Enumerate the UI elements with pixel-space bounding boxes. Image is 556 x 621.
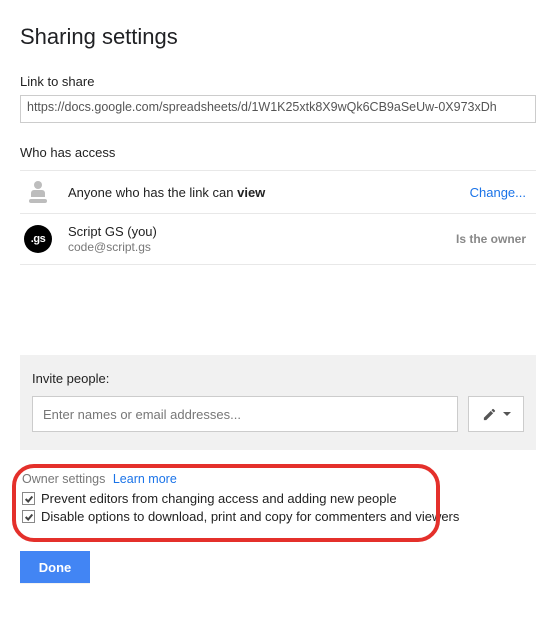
done-button[interactable]: Done xyxy=(20,551,90,583)
owner-option-label: Prevent editors from changing access and… xyxy=(41,491,397,506)
owner-option-label: Disable options to download, print and c… xyxy=(41,509,459,524)
owner-settings-heading: Owner settings xyxy=(22,472,105,486)
access-text-prefix: Anyone who has the link can xyxy=(68,185,237,200)
page-title: Sharing settings xyxy=(20,24,536,50)
owner-tag: Is the owner xyxy=(456,232,534,246)
checkbox-prevent-editors[interactable] xyxy=(22,492,35,505)
invite-block: Invite people: Enter names or email addr… xyxy=(20,355,536,450)
public-link-icon xyxy=(22,181,54,203)
link-to-share-label: Link to share xyxy=(20,74,536,89)
chevron-down-icon xyxy=(503,412,511,416)
check-icon xyxy=(24,512,34,522)
permission-dropdown[interactable] xyxy=(468,396,524,432)
learn-more-link[interactable]: Learn more xyxy=(113,472,177,486)
owner-email: code@script.gs xyxy=(68,240,456,254)
access-row-public-link: Anyone who has the link can view Change.… xyxy=(20,170,536,213)
access-row-text: Anyone who has the link can view xyxy=(68,185,470,200)
owner-avatar-icon: .gs xyxy=(22,225,54,253)
who-has-access-label: Who has access xyxy=(20,145,536,160)
access-row-owner: .gs Script GS (you) code@script.gs Is th… xyxy=(20,213,536,264)
link-to-share-input[interactable]: https://docs.google.com/spreadsheets/d/1… xyxy=(20,95,536,123)
pencil-icon xyxy=(482,407,497,422)
checkbox-disable-download[interactable] xyxy=(22,510,35,523)
owner-option-row: Disable options to download, print and c… xyxy=(22,509,534,524)
access-text-role: view xyxy=(237,185,265,200)
owner-option-row: Prevent editors from changing access and… xyxy=(22,491,534,506)
owner-name: Script GS (you) xyxy=(68,224,456,239)
owner-text: Script GS (you) code@script.gs xyxy=(68,224,456,254)
access-list: Anyone who has the link can view Change.… xyxy=(20,170,536,265)
avatar: .gs xyxy=(24,225,52,253)
invite-input[interactable]: Enter names or email addresses... xyxy=(32,396,458,432)
invite-label: Invite people: xyxy=(32,371,524,386)
change-access-link[interactable]: Change... xyxy=(470,185,534,200)
check-icon xyxy=(24,494,34,504)
owner-settings: Owner settings Learn more Prevent editor… xyxy=(20,466,536,537)
